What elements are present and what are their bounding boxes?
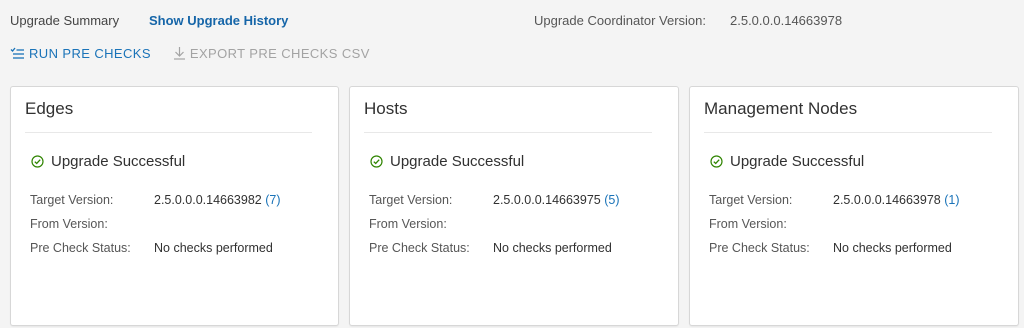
card-title: Hosts (364, 99, 408, 118)
pre-check-status-label: Pre Check Status: (30, 241, 131, 255)
card-title: Management Nodes (704, 99, 858, 118)
target-version-value: 2.5.0.0.0.14663982 (7) (154, 193, 281, 207)
pre-check-status-value: No checks performed (493, 241, 612, 255)
node-count-link[interactable]: (1) (944, 193, 959, 207)
from-version-label: From Version: (30, 217, 108, 231)
card-divider (25, 132, 312, 133)
target-version-label: Target Version: (30, 193, 114, 207)
edges-card: Edges Upgrade Successful Target Version:… (10, 86, 339, 326)
from-version-label: From Version: (369, 217, 447, 231)
check-circle-icon (370, 155, 383, 168)
pre-check-status-label: Pre Check Status: (369, 241, 470, 255)
run-pre-checks-label: RUN PRE CHECKS (29, 45, 151, 61)
show-upgrade-history-link[interactable]: Show Upgrade History (149, 13, 288, 28)
card-divider (364, 132, 652, 133)
upgrade-summary-header: Upgrade Summary Show Upgrade History Upg… (0, 0, 1024, 40)
target-version-value: 2.5.0.0.0.14663975 (5) (493, 193, 620, 207)
pre-check-status-value: No checks performed (833, 241, 952, 255)
coordinator-version-label: Upgrade Coordinator Version: (534, 13, 706, 28)
check-circle-icon (31, 155, 44, 168)
page-title: Upgrade Summary (10, 13, 120, 28)
coordinator-version-value: 2.5.0.0.0.14663978 (730, 13, 843, 28)
upgrade-status: Upgrade Successful (710, 153, 864, 170)
upgrade-status: Upgrade Successful (370, 153, 524, 170)
card-title: Edges (25, 99, 74, 118)
management-nodes-card: Management Nodes Upgrade Successful Targ… (689, 86, 1019, 326)
pre-check-status-value: No checks performed (154, 241, 273, 255)
target-version-text: 2.5.0.0.0.14663975 (493, 193, 601, 207)
from-version-label: From Version: (709, 217, 787, 231)
export-pre-checks-csv-button[interactable]: EXPORT PRE CHECKS CSV (173, 46, 370, 61)
run-pre-checks-button[interactable]: RUN PRE CHECKS (10, 46, 151, 61)
node-count-link[interactable]: (7) (265, 193, 280, 207)
card-divider (704, 132, 992, 133)
run-checks-icon (10, 47, 25, 59)
status-text: Upgrade Successful (390, 153, 525, 170)
status-text: Upgrade Successful (730, 153, 865, 170)
check-circle-icon (710, 155, 723, 168)
download-icon (173, 46, 186, 60)
target-version-text: 2.5.0.0.0.14663978 (833, 193, 941, 207)
hosts-card: Hosts Upgrade Successful Target Version:… (349, 86, 679, 326)
upgrade-status: Upgrade Successful (31, 153, 185, 170)
pre-check-status-label: Pre Check Status: (709, 241, 810, 255)
export-pre-checks-csv-label: EXPORT PRE CHECKS CSV (189, 45, 370, 61)
toolbar: RUN PRE CHECKS EXPORT PRE CHECKS CSV (10, 43, 370, 63)
node-count-link[interactable]: (5) (604, 193, 619, 207)
target-version-text: 2.5.0.0.0.14663982 (154, 193, 262, 207)
target-version-label: Target Version: (709, 193, 793, 207)
status-text: Upgrade Successful (51, 153, 186, 170)
target-version-label: Target Version: (369, 193, 453, 207)
target-version-value: 2.5.0.0.0.14663978 (1) (833, 193, 960, 207)
